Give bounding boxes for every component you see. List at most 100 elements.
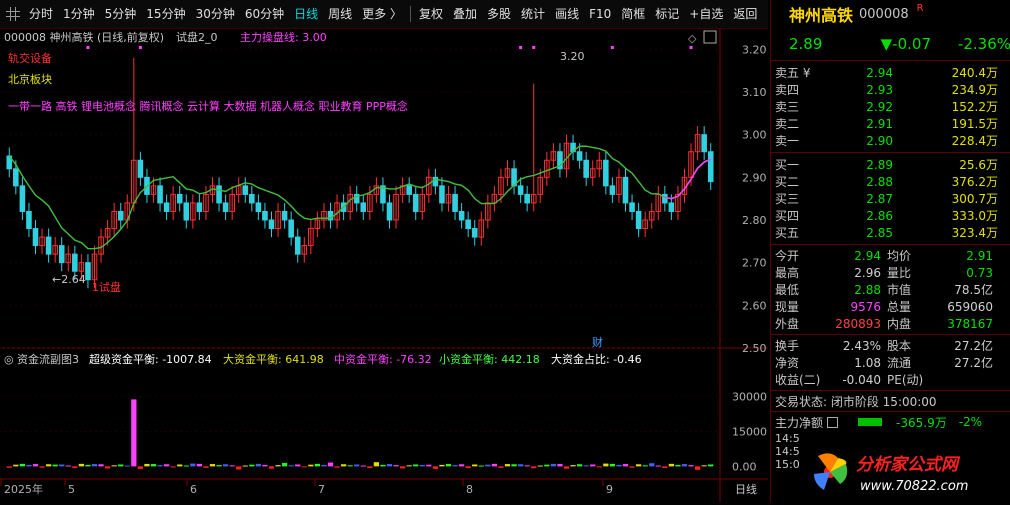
period-tab-15min[interactable]: 15分钟: [141, 4, 190, 24]
flow-bar: [576, 464, 583, 467]
period-tab-daily[interactable]: 日线: [289, 4, 323, 24]
flow-bar: [367, 466, 373, 469]
buy-row[interactable]: 买五 2.85 323.4万: [771, 224, 1010, 241]
big-balance: 大资金平衡: 641.98: [223, 352, 324, 366]
kline-chart-area[interactable]: 3.20 3.10 3.00 2.90 2.80 2.70 2.60 2.50 30000 15…: [0, 28, 768, 502]
flow-bar: [196, 463, 203, 467]
candle-body: [609, 185, 616, 195]
candle-body: [439, 185, 445, 204]
add-watchlist-button[interactable]: +自选: [684, 4, 728, 24]
candle-body: [13, 168, 19, 187]
main-net-bar: [858, 418, 883, 426]
sell-price: 2.93: [866, 82, 893, 97]
sell-label: 卖五 ¥: [775, 66, 811, 80]
flow-bar: [563, 466, 570, 469]
subchart-settings-icon[interactable]: ◎: [4, 353, 14, 366]
flow-bar: [380, 464, 386, 467]
period-tab-30min[interactable]: 30分钟: [191, 4, 240, 24]
flow-bar: [85, 464, 91, 467]
flow-bar: [537, 465, 543, 467]
f10-button[interactable]: F10: [584, 4, 616, 24]
kline-chart[interactable]: 3.20 3.10 3.00 2.90 2.80 2.70 2.60 2.50 30000 15…: [0, 28, 768, 502]
candle-body: [288, 219, 294, 238]
sell-row[interactable]: 卖四 2.93 234.9万: [771, 81, 1010, 98]
adjust-button[interactable]: 复权: [414, 4, 448, 24]
indicator-name[interactable]: 试盘2_0: [176, 30, 218, 44]
flow-bar: [583, 465, 589, 467]
candle-body: [249, 193, 255, 204]
grid-icon[interactable]: [6, 7, 20, 21]
flow-bar: [288, 465, 294, 467]
candle-body: [255, 202, 262, 212]
draw-line-button[interactable]: 画线: [550, 4, 584, 24]
stat-label: 净资: [775, 356, 800, 370]
sell-row[interactable]: 卖二 2.91 191.5万: [771, 115, 1010, 132]
marker-dot: [532, 46, 536, 49]
buy-row[interactable]: 买四 2.86 333.0万: [771, 207, 1010, 224]
flow-bar: [432, 466, 439, 469]
buy-volume: 323.4万: [951, 226, 998, 240]
buy-label: 买一: [775, 158, 800, 172]
flow-bar: [498, 466, 504, 468]
marker-dot: [86, 46, 90, 49]
candle-body: [281, 210, 288, 221]
time-tick-label: 8: [466, 483, 473, 496]
period-tab-fenshi[interactable]: 分时: [24, 4, 58, 24]
flow-bar: [45, 464, 52, 467]
stat-value: 78.5亿: [954, 283, 993, 297]
flow-bar: [629, 466, 635, 468]
price-tick-label: 3.00: [742, 129, 767, 142]
period-tab-1min[interactable]: 1分钟: [58, 4, 100, 24]
candle-body: [216, 185, 222, 204]
buy-label: 买四: [775, 209, 800, 223]
multi-stock-button[interactable]: 多股: [482, 4, 516, 24]
marker-dot: [610, 46, 614, 49]
finance-marker: 财: [592, 335, 603, 349]
simple-frame-button[interactable]: 简框: [616, 4, 650, 24]
flow-bar: [675, 464, 681, 467]
buy-row[interactable]: 买二 2.88 376.2万: [771, 173, 1010, 190]
sector-label-1: 轨交设备: [8, 51, 52, 65]
flow-bar: [472, 464, 478, 467]
marker-dot: [138, 46, 142, 49]
price-row: 2.89 ▼-0.07 -2.36%: [771, 28, 1010, 61]
top-markers: [86, 46, 693, 49]
stat-label: 现量: [775, 300, 800, 314]
period-tab-5min[interactable]: 5分钟: [100, 4, 142, 24]
high-price-label: 3.20: [560, 50, 585, 63]
back-button[interactable]: 返回: [728, 4, 762, 24]
buy-row[interactable]: 买一 2.89 25.6万: [771, 156, 1010, 173]
overlay-button[interactable]: 叠加: [448, 4, 482, 24]
flow-bar: [65, 465, 71, 467]
flow-bar: [308, 464, 314, 467]
flow-bar: [249, 464, 255, 467]
candle-body: [406, 185, 412, 195]
maximize-icon[interactable]: [703, 30, 717, 44]
period-tab-more[interactable]: 更多 〉: [357, 4, 407, 24]
sell-row[interactable]: 卖五 ¥ 2.94 240.4万: [771, 64, 1010, 81]
sell-volume: 240.4万: [951, 66, 998, 80]
flow-bar: [609, 463, 616, 467]
candle-body: [32, 228, 39, 247]
flow-bar: [445, 464, 452, 467]
stat-value: 27.2亿: [954, 339, 993, 353]
mark-button[interactable]: 标记: [650, 4, 684, 24]
stat-value: -0.040: [842, 372, 881, 387]
period-tab-weekly[interactable]: 周线: [323, 4, 357, 24]
period-tab-60min[interactable]: 60分钟: [240, 4, 289, 24]
flow-bar: [622, 464, 629, 467]
buy-row[interactable]: 买三 2.87 300.7万: [771, 190, 1010, 207]
candle-body: [85, 262, 91, 281]
diamond-icon[interactable]: ◇: [688, 32, 697, 45]
flow-bar: [688, 465, 694, 467]
flow-bar: [72, 466, 78, 469]
buy-price: 2.88: [866, 174, 893, 189]
sell-row[interactable]: 卖一 2.90 228.4万: [771, 132, 1010, 149]
flow-bar: [596, 466, 602, 468]
list-icon[interactable]: [827, 416, 839, 428]
flow-bar: [694, 466, 701, 470]
statistics-button[interactable]: 统计: [516, 4, 550, 24]
sell-row[interactable]: 卖三 2.92 152.2万: [771, 98, 1010, 115]
stat-value: 2.94: [854, 248, 881, 263]
candle-body: [707, 151, 714, 183]
